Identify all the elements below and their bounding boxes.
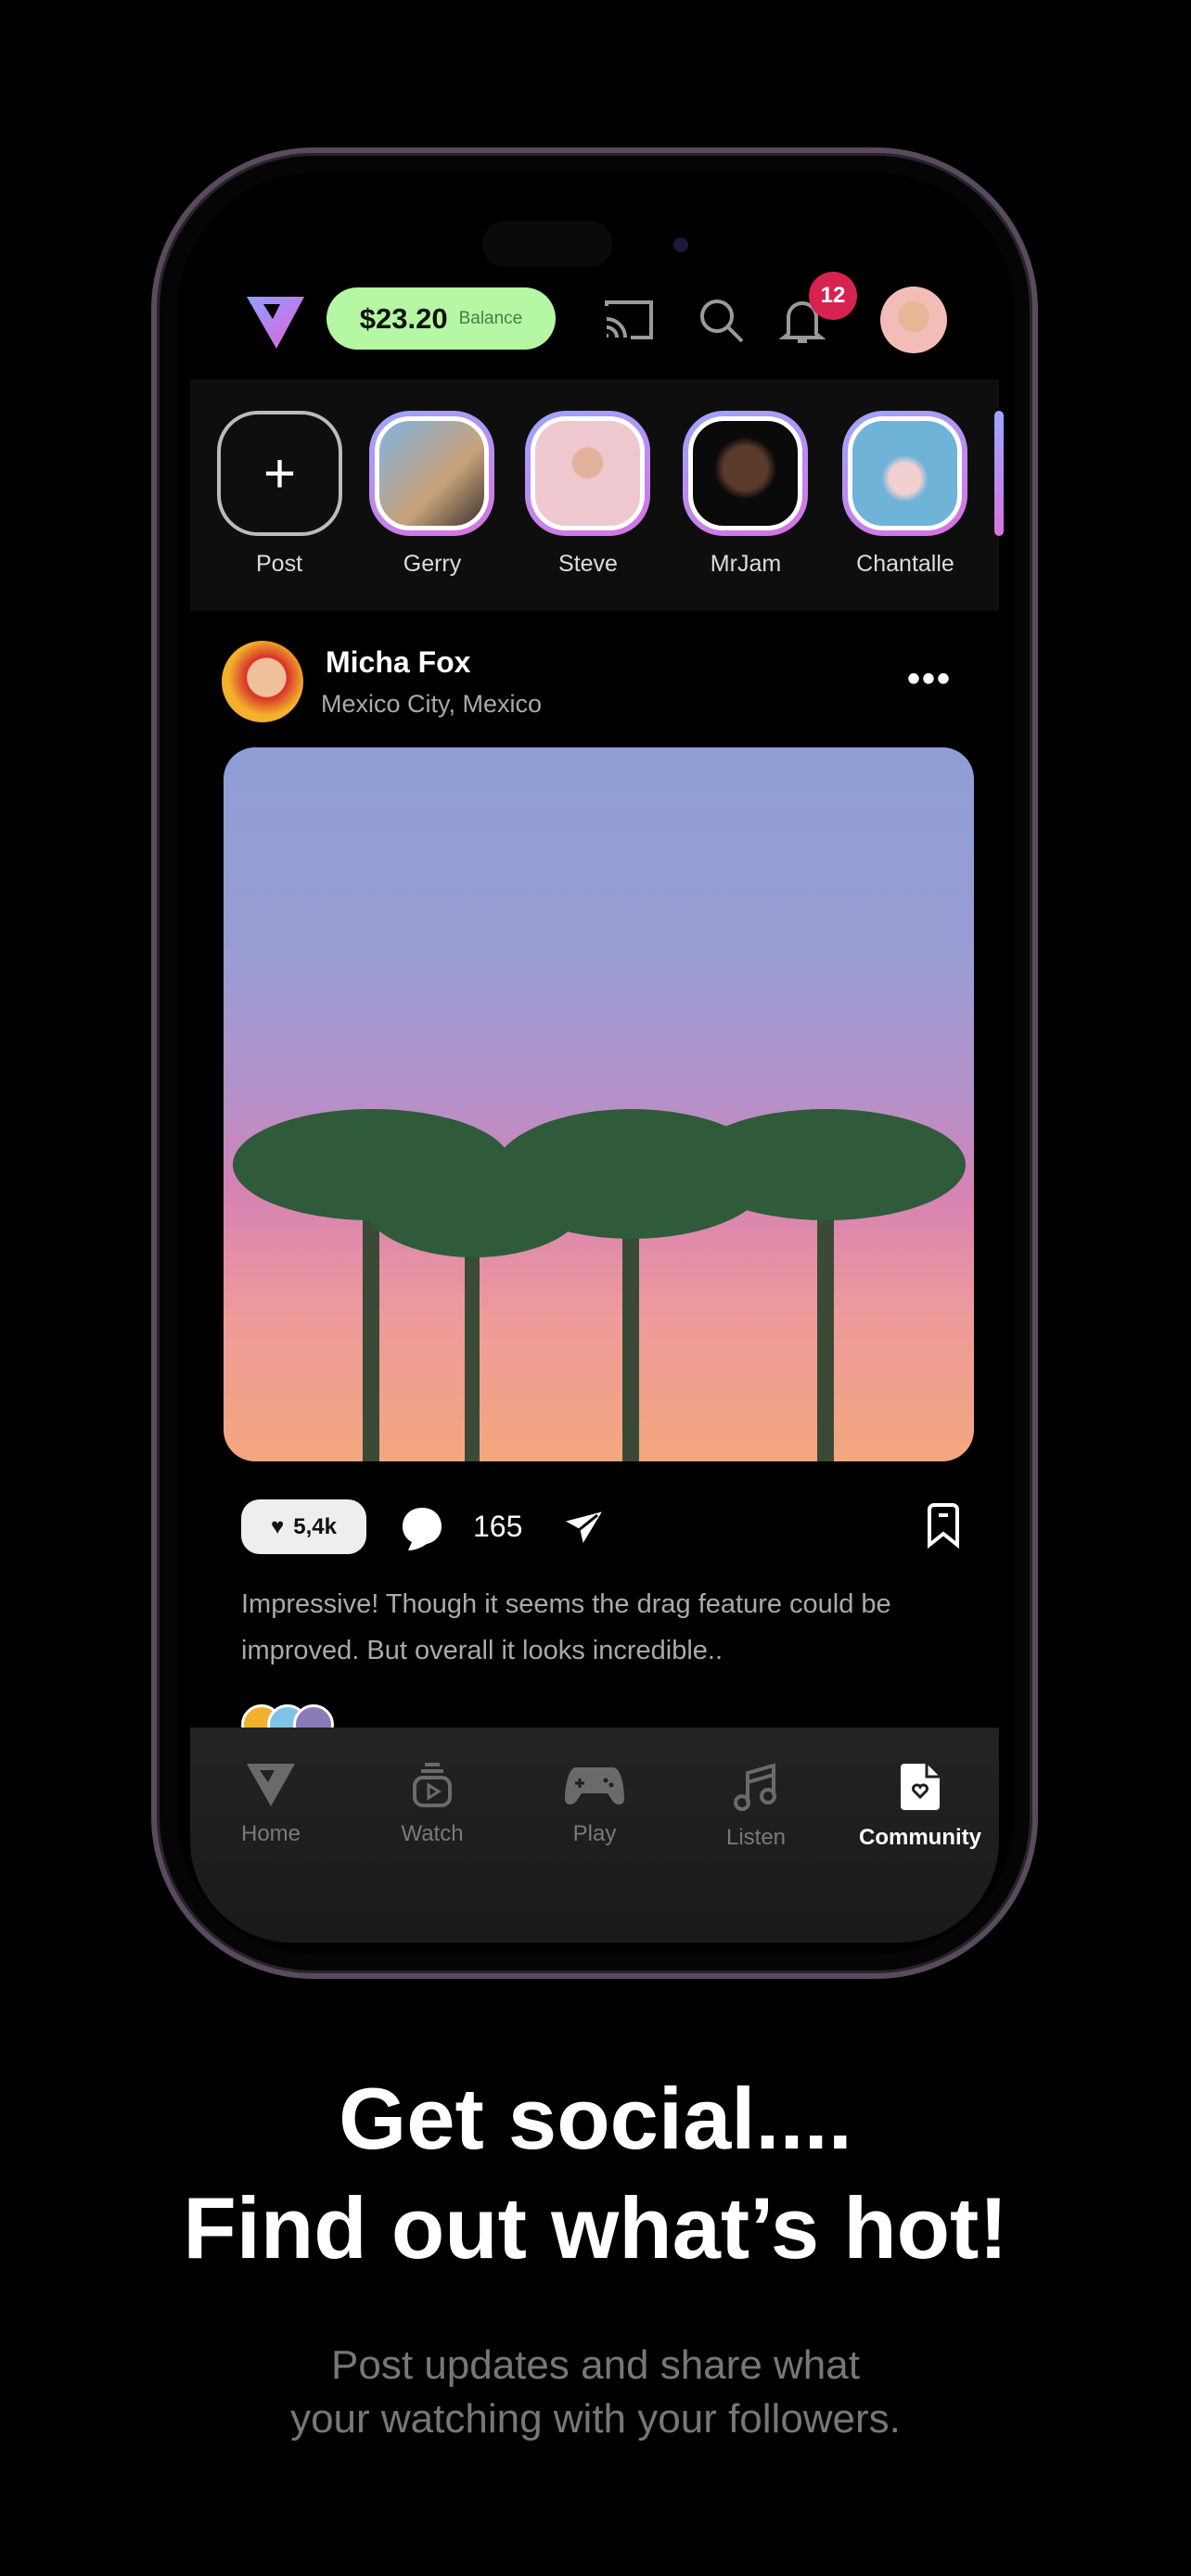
story-chantalle[interactable] (842, 411, 967, 536)
post-location: Mexico City, Mexico (321, 690, 543, 718)
tab-play[interactable]: Play (525, 1762, 664, 1847)
post-caption: Impressive! Though it seems the drag fea… (241, 1589, 891, 1665)
balance-button[interactable]: $23.20 Balance (327, 287, 556, 350)
story-label: MrJam (710, 551, 782, 577)
story-label: Steve (558, 551, 618, 577)
comment-icon[interactable] (399, 1504, 445, 1552)
tab-home[interactable]: Home (201, 1762, 340, 1847)
like-count: 5,4k (293, 1513, 337, 1539)
app-logo-icon[interactable] (245, 295, 306, 351)
story-mrjam[interactable] (683, 411, 808, 536)
gamepad-icon (565, 1767, 624, 1804)
tab-label: Community (859, 1825, 981, 1850)
notification-badge: 12 (809, 272, 857, 320)
tab-label: Play (572, 1821, 617, 1846)
heart-icon: ♥ (271, 1513, 285, 1539)
community-document-heart-icon (901, 1764, 940, 1810)
dynamic-island (482, 221, 612, 267)
comment-count: 165 (473, 1510, 523, 1543)
tab-listen[interactable]: Listen (686, 1762, 826, 1851)
promo-subtext-text: Post updates and share what your watchin… (290, 2342, 901, 2442)
palm-trees-image (233, 1109, 966, 1461)
post-author-name[interactable]: Micha Fox (326, 645, 470, 680)
bookmark-icon[interactable] (926, 1502, 961, 1549)
watch-icon (413, 1763, 452, 1807)
story-steve[interactable] (525, 411, 650, 536)
camera (673, 237, 688, 252)
tab-label: Watch (401, 1821, 464, 1846)
story-label: Chantalle (856, 551, 954, 577)
story-gerry[interactable] (369, 411, 494, 536)
balance-label: Balance (458, 308, 523, 328)
music-note-icon (734, 1763, 776, 1811)
story-label: Post (255, 551, 303, 577)
plus-icon: + (263, 442, 297, 504)
post-image[interactable] (224, 747, 974, 1461)
home-logo-icon (247, 1764, 295, 1806)
search-icon[interactable] (698, 297, 746, 345)
tab-label: Listen (725, 1825, 787, 1850)
more-options-icon[interactable]: ••• (907, 658, 952, 700)
promo-headline-line-2: Find out what’s hot! (183, 2179, 1008, 2276)
share-icon[interactable] (560, 1506, 607, 1549)
promo-subtext: Post updates and share what your watchin… (0, 2339, 1191, 2446)
add-post-button[interactable]: + (217, 411, 342, 536)
story-label: Gerry (403, 551, 462, 577)
tab-community[interactable]: Community (851, 1762, 990, 1851)
post-author-avatar[interactable] (222, 641, 303, 722)
promo-headline-line-1: Get social.... (339, 2070, 852, 2167)
cast-icon[interactable] (603, 299, 655, 341)
profile-avatar[interactable] (880, 287, 947, 353)
like-button[interactable]: ♥ 5,4k (241, 1499, 366, 1554)
tab-watch[interactable]: Watch (363, 1762, 502, 1847)
tab-label: Home (240, 1821, 301, 1846)
balance-amount: $23.20 (359, 301, 448, 335)
story-partial[interactable] (994, 411, 1004, 536)
